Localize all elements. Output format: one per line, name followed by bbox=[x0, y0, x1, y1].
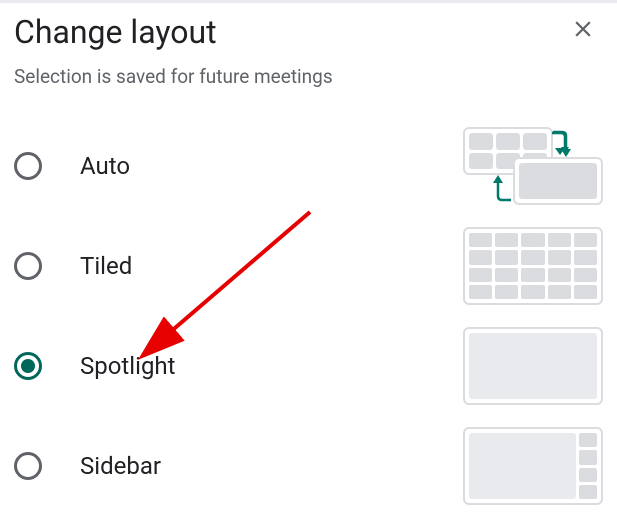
thumbnail-tiled bbox=[463, 227, 603, 305]
thumbnail-auto bbox=[463, 127, 603, 205]
radio-spotlight[interactable] bbox=[14, 352, 42, 380]
close-icon bbox=[570, 16, 596, 42]
radio-sidebar[interactable] bbox=[14, 452, 42, 480]
layout-option-sidebar[interactable]: Sidebar bbox=[14, 416, 603, 516]
option-label-sidebar: Sidebar bbox=[80, 452, 161, 480]
option-label-tiled: Tiled bbox=[80, 252, 132, 280]
layout-option-auto[interactable]: Auto bbox=[14, 116, 603, 216]
option-label-auto: Auto bbox=[80, 152, 130, 180]
swap-up-arrow-icon bbox=[493, 173, 513, 203]
dialog-subtitle: Selection is saved for future meetings bbox=[14, 65, 603, 88]
layout-option-tiled[interactable]: Tiled bbox=[14, 216, 603, 316]
close-button[interactable] bbox=[569, 15, 597, 43]
radio-tiled[interactable] bbox=[14, 252, 42, 280]
thumbnail-sidebar bbox=[463, 427, 603, 505]
layout-option-spotlight[interactable]: Spotlight bbox=[14, 316, 603, 416]
option-label-spotlight: Spotlight bbox=[80, 352, 175, 380]
thumbnail-spotlight bbox=[463, 327, 603, 405]
dialog-title: Change layout bbox=[14, 13, 217, 51]
swap-down-arrow-icon bbox=[551, 129, 571, 159]
radio-auto[interactable] bbox=[14, 152, 42, 180]
